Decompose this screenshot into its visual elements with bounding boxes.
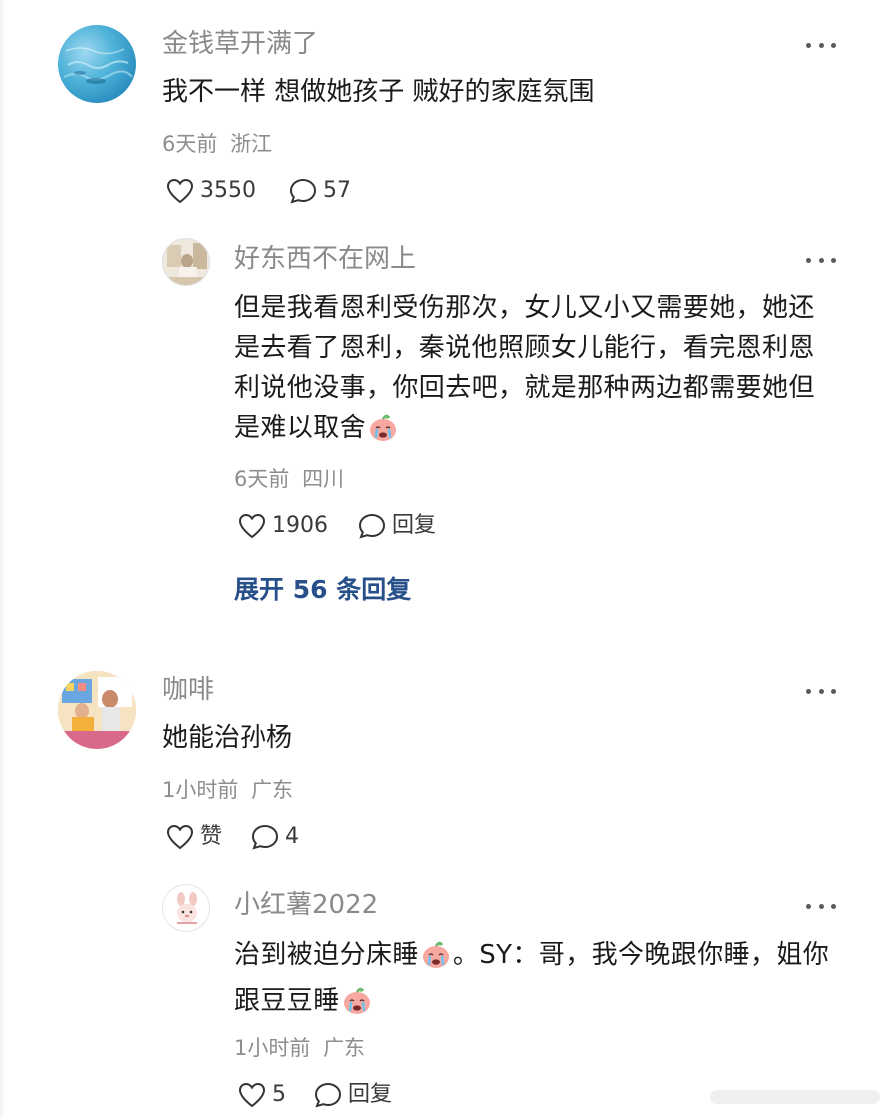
speech-bubble-icon <box>358 513 386 539</box>
like-button[interactable]: 赞 <box>166 822 222 852</box>
more-dots-icon[interactable] <box>806 686 836 696</box>
speech-bubble-icon <box>251 824 279 850</box>
expand-replies-link[interactable]: 展开 56 条回复 <box>234 573 411 607</box>
comment-meta: 6天前 浙江 <box>162 129 272 159</box>
comment-time: 6天前 <box>162 132 218 156</box>
reply-time: 1小时前 <box>234 1036 311 1060</box>
reply-button[interactable]: 回复 <box>358 511 436 541</box>
reply-text: 治到被迫分床睡 。SY：哥，我今晚跟你睡，姐你跟豆豆睡 <box>234 935 844 1027</box>
speech-bubble-icon <box>314 1082 342 1108</box>
crying-face-emoji <box>368 414 398 454</box>
watermark-logo <box>710 1090 880 1104</box>
reply-count: 57 <box>323 178 351 203</box>
comment-author[interactable]: 金钱草开满了 <box>162 27 318 61</box>
heart-outline-icon <box>166 178 194 204</box>
comment-author[interactable]: 咖啡 <box>162 673 214 707</box>
comment-meta: 1小时前 广东 <box>162 775 293 805</box>
reply-text: 但是我看恩利受伤那次，女儿又小又需要她，她还是去看了恩利，秦说他照顾女儿能行，看… <box>234 288 834 454</box>
more-dots-icon[interactable] <box>806 901 836 911</box>
comment-button[interactable]: 57 <box>289 176 351 206</box>
like-button[interactable]: 5 <box>238 1080 286 1110</box>
like-count: 5 <box>272 1082 286 1107</box>
reply-time: 6天前 <box>234 467 290 491</box>
reply-meta: 6天前 四川 <box>234 464 344 494</box>
comment-text: 我不一样 想做她孩子 贼好的家庭氛围 <box>162 77 595 107</box>
avatar-comment-2[interactable] <box>58 671 136 749</box>
comment-time: 1小时前 <box>162 778 239 802</box>
room-photo-avatar-icon <box>163 239 209 285</box>
like-count: 3550 <box>200 178 256 203</box>
crying-face-emoji <box>342 987 372 1027</box>
heart-outline-icon <box>238 513 266 539</box>
more-dots-icon[interactable] <box>806 255 836 265</box>
comment-button[interactable]: 4 <box>251 822 299 852</box>
reply-location: 广东 <box>323 1036 366 1060</box>
cartoon-avatar-icon <box>177 892 197 924</box>
like-count: 1906 <box>272 513 328 538</box>
sea-water-avatar-icon <box>63 47 133 84</box>
speech-bubble-icon <box>289 178 317 204</box>
reply-label: 回复 <box>348 1082 393 1107</box>
reply-text-part1: 治到被迫分床睡 <box>234 940 419 970</box>
avatar-reply-2[interactable] <box>162 884 210 932</box>
avatar-comment-1[interactable] <box>58 25 136 103</box>
tv-show-avatar-icon <box>58 671 136 749</box>
reply-location: 四川 <box>302 467 345 491</box>
crying-face-emoji <box>421 941 451 981</box>
left-edge-shadow <box>0 0 5 1116</box>
avatar-reply-1[interactable] <box>162 238 210 286</box>
comment-text: 她能治孙杨 <box>162 723 293 753</box>
reply-meta: 1小时前 广东 <box>234 1033 365 1063</box>
reply-author[interactable]: 小红薯2022 <box>234 888 378 922</box>
reply-count: 4 <box>285 824 299 849</box>
heart-outline-icon <box>166 824 194 850</box>
comment-location: 广东 <box>251 778 294 802</box>
reply-author[interactable]: 好东西不在网上 <box>234 242 416 276</box>
reply-text-body: 但是我看恩利受伤那次，女儿又小又需要她，她还是去看了恩利，秦说他照顾女儿能行，看… <box>234 293 815 443</box>
like-label: 赞 <box>200 824 223 849</box>
more-dots-icon[interactable] <box>806 40 836 50</box>
like-button[interactable]: 3550 <box>166 176 256 206</box>
reply-label: 回复 <box>392 513 437 538</box>
heart-outline-icon <box>238 1082 266 1108</box>
reply-button[interactable]: 回复 <box>314 1080 392 1110</box>
like-button[interactable]: 1906 <box>238 511 328 541</box>
comment-location: 浙江 <box>230 132 273 156</box>
